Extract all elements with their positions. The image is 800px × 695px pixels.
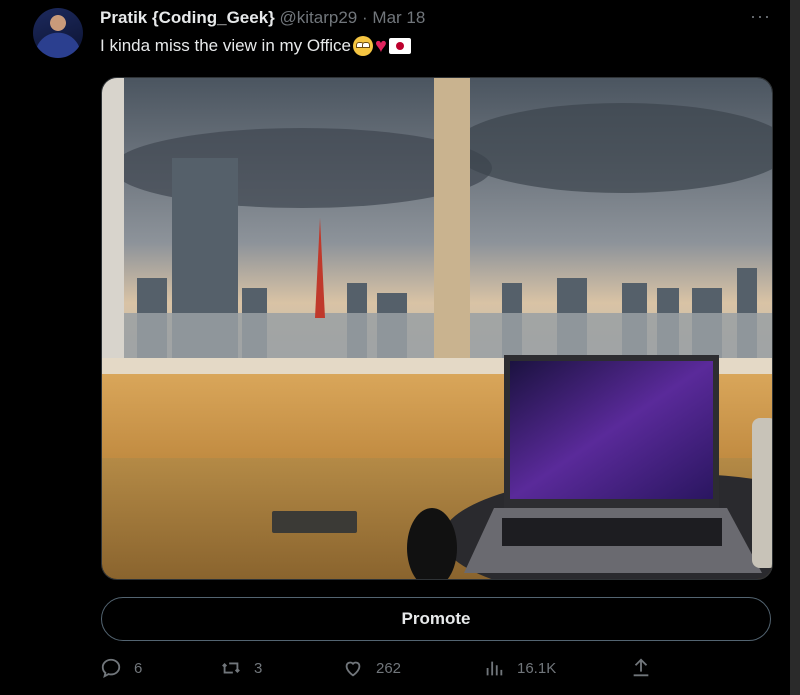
- avatar[interactable]: [33, 8, 83, 58]
- tweet-date[interactable]: Mar 18: [372, 8, 425, 27]
- japan-flag-emoji-icon: [388, 38, 411, 54]
- like-button[interactable]: 262: [342, 657, 401, 679]
- views-button[interactable]: 16.1K: [483, 657, 556, 679]
- repost-icon: [222, 662, 240, 674]
- more-options-icon[interactable]: ···: [750, 6, 771, 27]
- window-edge: [790, 0, 800, 695]
- like-count: 262: [376, 659, 402, 677]
- tweet-actions: 6 3 262 16.1K: [100, 657, 660, 687]
- reply-button[interactable]: 6: [100, 657, 142, 679]
- tweet-text: I kinda miss the view in my Office ♥: [100, 36, 411, 56]
- heart-icon: [345, 661, 361, 677]
- promote-button[interactable]: Promote: [101, 597, 771, 641]
- tweet-text-body: I kinda miss the view in my Office: [100, 36, 351, 55]
- repost-button[interactable]: 3: [220, 657, 262, 679]
- author-handle[interactable]: @kitarp29: [280, 8, 358, 27]
- office-view-photo: [102, 78, 772, 579]
- views-chart-icon: [486, 661, 503, 676]
- author-name[interactable]: Pratik {Coding_Geek}: [100, 8, 275, 27]
- separator: ·: [362, 8, 368, 27]
- tweet-header: Pratik {Coding_Geek} @kitarp29 · Mar 18: [100, 8, 425, 28]
- red-heart-emoji-icon: ♥: [375, 35, 387, 57]
- views-count: 16.1K: [517, 659, 557, 677]
- repost-count: 3: [254, 659, 263, 677]
- rolling-eyes-emoji-icon: [353, 36, 373, 56]
- reply-count: 6: [134, 659, 143, 677]
- reply-icon: [101, 658, 121, 679]
- share-icon: [633, 658, 649, 677]
- share-button[interactable]: [630, 657, 652, 679]
- tweet-photo[interactable]: [101, 77, 773, 580]
